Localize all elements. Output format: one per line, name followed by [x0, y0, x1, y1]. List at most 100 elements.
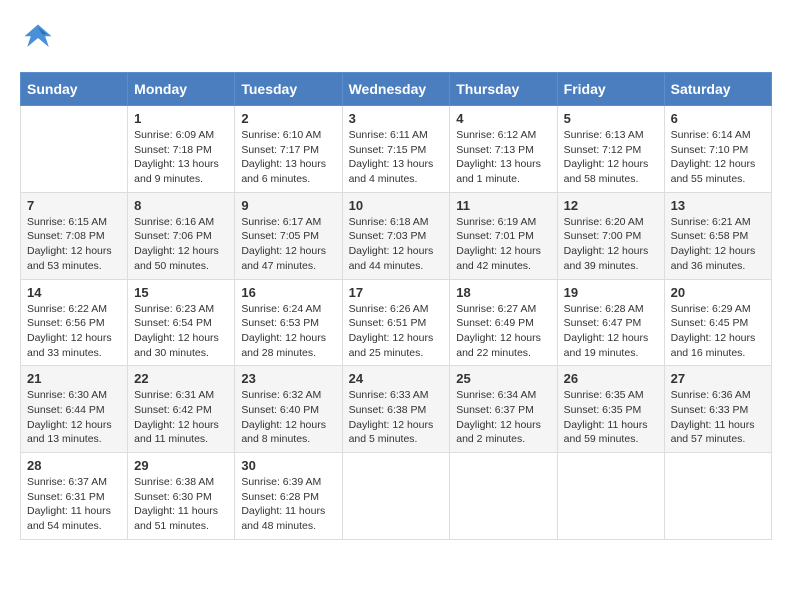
day-info: Sunrise: 6:16 AM Sunset: 7:06 PM Dayligh… — [134, 215, 228, 274]
calendar-body: 1 Sunrise: 6:09 AM Sunset: 7:18 PM Daylig… — [21, 106, 772, 540]
calendar-cell: 18 Sunrise: 6:27 AM Sunset: 6:49 PM Dayli… — [450, 279, 557, 366]
day-info: Sunrise: 6:29 AM Sunset: 6:45 PM Dayligh… — [671, 302, 765, 361]
calendar-cell: 11 Sunrise: 6:19 AM Sunset: 7:01 PM Dayli… — [450, 192, 557, 279]
day-number: 28 — [27, 458, 121, 473]
calendar-cell: 14 Sunrise: 6:22 AM Sunset: 6:56 PM Dayli… — [21, 279, 128, 366]
weekday-header: Saturday — [664, 73, 771, 106]
day-info: Sunrise: 6:20 AM Sunset: 7:00 PM Dayligh… — [564, 215, 658, 274]
calendar-cell: 9Sunrise: 6:17 AM Sunset: 7:05 PM Daylig… — [235, 192, 342, 279]
day-info: Sunrise: 6:36 AM Sunset: 6:33 PM Dayligh… — [671, 388, 765, 447]
calendar-cell — [557, 453, 664, 540]
day-number: 13 — [671, 198, 765, 213]
day-info: Sunrise: 6:38 AM Sunset: 6:30 PM Dayligh… — [134, 475, 228, 534]
day-number: 20 — [671, 285, 765, 300]
calendar-cell: 20 Sunrise: 6:29 AM Sunset: 6:45 PM Dayli… — [664, 279, 771, 366]
weekday-row: SundayMondayTuesdayWednesdayThursdayFrid… — [21, 73, 772, 106]
logo-icon — [20, 20, 56, 56]
day-number: 7 — [27, 198, 121, 213]
calendar-cell: 25 Sunrise: 6:34 AM Sunset: 6:37 PM Dayli… — [450, 366, 557, 453]
weekday-header: Thursday — [450, 73, 557, 106]
calendar-cell: 5Sunrise: 6:13 AM Sunset: 7:12 PM Daylig… — [557, 106, 664, 193]
day-info: Sunrise: 6:30 AM Sunset: 6:44 PM Dayligh… — [27, 388, 121, 447]
day-info: Sunrise: 6:10 AM Sunset: 7:17 PM Dayligh… — [241, 128, 335, 187]
logo — [20, 20, 62, 56]
page-header — [20, 20, 772, 56]
calendar-week-row: 1 Sunrise: 6:09 AM Sunset: 7:18 PM Daylig… — [21, 106, 772, 193]
day-number: 1 — [134, 111, 228, 126]
day-number: 17 — [349, 285, 444, 300]
calendar-cell: 23Sunrise: 6:32 AM Sunset: 6:40 PM Dayli… — [235, 366, 342, 453]
calendar-cell: 21 Sunrise: 6:30 AM Sunset: 6:44 PM Dayli… — [21, 366, 128, 453]
calendar-cell: 19 Sunrise: 6:28 AM Sunset: 6:47 PM Dayli… — [557, 279, 664, 366]
calendar-cell: 8 Sunrise: 6:16 AM Sunset: 7:06 PM Daylig… — [128, 192, 235, 279]
day-info: Sunrise: 6:26 AM Sunset: 6:51 PM Dayligh… — [349, 302, 444, 361]
day-info: Sunrise: 6:23 AM Sunset: 6:54 PM Dayligh… — [134, 302, 228, 361]
calendar-cell: 12 Sunrise: 6:20 AM Sunset: 7:00 PM Dayli… — [557, 192, 664, 279]
day-number: 24 — [349, 371, 444, 386]
day-number: 23 — [241, 371, 335, 386]
day-number: 14 — [27, 285, 121, 300]
day-number: 8 — [134, 198, 228, 213]
calendar-table: SundayMondayTuesdayWednesdayThursdayFrid… — [20, 72, 772, 540]
weekday-header: Tuesday — [235, 73, 342, 106]
day-info: Sunrise: 6:09 AM Sunset: 7:18 PM Dayligh… — [134, 128, 228, 187]
calendar-week-row: 7 Sunrise: 6:15 AM Sunset: 7:08 PM Daylig… — [21, 192, 772, 279]
day-number: 21 — [27, 371, 121, 386]
day-number: 6 — [671, 111, 765, 126]
calendar-cell: 3 Sunrise: 6:11 AM Sunset: 7:15 PM Daylig… — [342, 106, 450, 193]
day-info: Sunrise: 6:33 AM Sunset: 6:38 PM Dayligh… — [349, 388, 444, 447]
day-info: Sunrise: 6:28 AM Sunset: 6:47 PM Dayligh… — [564, 302, 658, 361]
day-number: 19 — [564, 285, 658, 300]
day-number: 26 — [564, 371, 658, 386]
calendar-week-row: 21 Sunrise: 6:30 AM Sunset: 6:44 PM Dayli… — [21, 366, 772, 453]
calendar-cell: 2 Sunrise: 6:10 AM Sunset: 7:17 PM Daylig… — [235, 106, 342, 193]
calendar-cell: 24 Sunrise: 6:33 AM Sunset: 6:38 PM Dayli… — [342, 366, 450, 453]
day-number: 30 — [241, 458, 335, 473]
day-number: 3 — [349, 111, 444, 126]
weekday-header: Friday — [557, 73, 664, 106]
day-number: 27 — [671, 371, 765, 386]
day-number: 22 — [134, 371, 228, 386]
day-info: Sunrise: 6:35 AM Sunset: 6:35 PM Dayligh… — [564, 388, 658, 447]
calendar-cell: 6 Sunrise: 6:14 AM Sunset: 7:10 PM Daylig… — [664, 106, 771, 193]
calendar-cell: 27 Sunrise: 6:36 AM Sunset: 6:33 PM Dayli… — [664, 366, 771, 453]
calendar-cell: 28 Sunrise: 6:37 AM Sunset: 6:31 PM Dayli… — [21, 453, 128, 540]
weekday-header: Sunday — [21, 73, 128, 106]
calendar-cell: 22 Sunrise: 6:31 AM Sunset: 6:42 PM Dayli… — [128, 366, 235, 453]
weekday-header: Monday — [128, 73, 235, 106]
day-number: 25 — [456, 371, 550, 386]
calendar-cell: 16Sunrise: 6:24 AM Sunset: 6:53 PM Dayli… — [235, 279, 342, 366]
day-info: Sunrise: 6:21 AM Sunset: 6:58 PM Dayligh… — [671, 215, 765, 274]
day-number: 2 — [241, 111, 335, 126]
day-info: Sunrise: 6:15 AM Sunset: 7:08 PM Dayligh… — [27, 215, 121, 274]
day-info: Sunrise: 6:22 AM Sunset: 6:56 PM Dayligh… — [27, 302, 121, 361]
weekday-header: Wednesday — [342, 73, 450, 106]
calendar-cell: 15Sunrise: 6:23 AM Sunset: 6:54 PM Dayli… — [128, 279, 235, 366]
day-info: Sunrise: 6:17 AM Sunset: 7:05 PM Dayligh… — [241, 215, 335, 274]
day-info: Sunrise: 6:34 AM Sunset: 6:37 PM Dayligh… — [456, 388, 550, 447]
day-info: Sunrise: 6:12 AM Sunset: 7:13 PM Dayligh… — [456, 128, 550, 187]
day-info: Sunrise: 6:31 AM Sunset: 6:42 PM Dayligh… — [134, 388, 228, 447]
calendar-cell: 10 Sunrise: 6:18 AM Sunset: 7:03 PM Dayli… — [342, 192, 450, 279]
day-info: Sunrise: 6:27 AM Sunset: 6:49 PM Dayligh… — [456, 302, 550, 361]
day-number: 12 — [564, 198, 658, 213]
day-number: 10 — [349, 198, 444, 213]
calendar-cell — [342, 453, 450, 540]
day-number: 29 — [134, 458, 228, 473]
day-info: Sunrise: 6:18 AM Sunset: 7:03 PM Dayligh… — [349, 215, 444, 274]
calendar-header: SundayMondayTuesdayWednesdayThursdayFrid… — [21, 73, 772, 106]
day-number: 5 — [564, 111, 658, 126]
calendar-cell: 7 Sunrise: 6:15 AM Sunset: 7:08 PM Daylig… — [21, 192, 128, 279]
day-info: Sunrise: 6:19 AM Sunset: 7:01 PM Dayligh… — [456, 215, 550, 274]
day-info: Sunrise: 6:14 AM Sunset: 7:10 PM Dayligh… — [671, 128, 765, 187]
day-number: 18 — [456, 285, 550, 300]
day-info: Sunrise: 6:11 AM Sunset: 7:15 PM Dayligh… — [349, 128, 444, 187]
calendar-cell: 17 Sunrise: 6:26 AM Sunset: 6:51 PM Dayli… — [342, 279, 450, 366]
day-number: 11 — [456, 198, 550, 213]
day-info: Sunrise: 6:37 AM Sunset: 6:31 PM Dayligh… — [27, 475, 121, 534]
calendar-cell: 1 Sunrise: 6:09 AM Sunset: 7:18 PM Daylig… — [128, 106, 235, 193]
day-info: Sunrise: 6:24 AM Sunset: 6:53 PM Dayligh… — [241, 302, 335, 361]
calendar-cell: 29 Sunrise: 6:38 AM Sunset: 6:30 PM Dayli… — [128, 453, 235, 540]
calendar-cell: 26 Sunrise: 6:35 AM Sunset: 6:35 PM Dayli… — [557, 366, 664, 453]
calendar-week-row: 28 Sunrise: 6:37 AM Sunset: 6:31 PM Dayli… — [21, 453, 772, 540]
